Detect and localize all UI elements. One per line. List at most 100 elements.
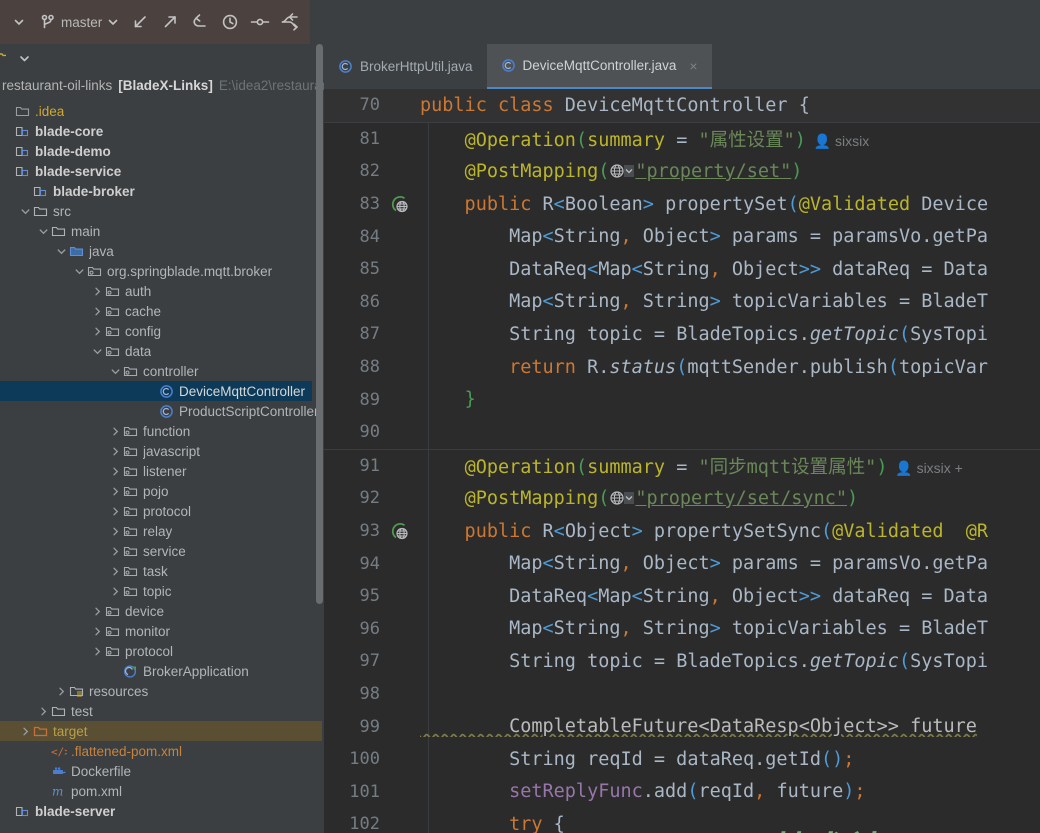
tree-item-main[interactable]: main (0, 221, 324, 241)
tree-item-topic[interactable]: topic (0, 581, 324, 601)
code-line-91[interactable]: 91 @Operation(summary = "同步mqtt设置属性") 👤 … (324, 448, 1040, 483)
tree-item-test[interactable]: test (0, 701, 324, 721)
tree-item-java[interactable]: java (0, 241, 324, 261)
code-line-96[interactable]: 96 Map<String, String> topicVariables = … (324, 613, 1040, 646)
project-view-chevron-down-icon[interactable] (18, 52, 31, 65)
update-project-icon[interactable] (125, 7, 155, 37)
tree-item-controller[interactable]: controller (0, 361, 324, 381)
chevron-down-icon[interactable] (54, 246, 68, 257)
code-line-87[interactable]: 87 String topic = BladeTopics.getTopic(S… (324, 318, 1040, 351)
chevron-right-icon[interactable] (108, 546, 122, 557)
tree-item-resources[interactable]: resources (0, 681, 324, 701)
tree-item-pom-xml[interactable]: m pom.xml (0, 781, 324, 801)
tree-item-service[interactable]: service (0, 541, 324, 561)
editor-tab-bar[interactable]: BrokerHttpUtil.java DeviceMqttController.… (324, 44, 1040, 89)
chevron-right-icon[interactable] (108, 586, 122, 597)
tree-item-blade-broker[interactable]: blade-broker (0, 181, 324, 201)
tree-item-productscriptcontroller[interactable]: ProductScriptController (0, 401, 324, 421)
chevron-right-icon[interactable] (90, 626, 104, 637)
chevron-down-icon[interactable] (108, 366, 122, 377)
tree-item-config[interactable]: config (0, 321, 324, 341)
tree-item-pojo[interactable]: pojo (0, 481, 324, 501)
tree-item-target[interactable]: target (0, 721, 322, 741)
chevron-down-icon[interactable] (18, 206, 32, 217)
code-line-93[interactable]: 93 public R<Object> propertySetSync(@Val… (324, 515, 1040, 548)
url-globe-icon[interactable] (609, 489, 635, 507)
code-line-83[interactable]: 83 public R<Boolean> propertySet(@Valida… (324, 188, 1040, 221)
tree-item-blade-service[interactable]: blade-service (0, 161, 324, 181)
code-lines[interactable]: 70 public class DeviceMqttController {81 … (324, 89, 1040, 833)
code-line-89[interactable]: 89 } (324, 383, 1040, 416)
tree-item-src[interactable]: src (0, 201, 324, 221)
tree-item-flattened-pom-xml[interactable]: </> .flattened-pom.xml (0, 741, 324, 761)
code-line-84[interactable]: 84 Map<String, Object> params = paramsVo… (324, 220, 1040, 253)
git-branch-widget[interactable]: master (34, 8, 125, 36)
tree-item-dockerfile[interactable]: Dockerfile (0, 761, 324, 781)
chevron-right-icon[interactable] (36, 706, 50, 717)
tree-item-protocol[interactable]: protocol (0, 641, 324, 661)
url-globe-icon[interactable] (609, 162, 635, 180)
code-line-90[interactable]: 90 (324, 416, 1040, 449)
web-mapping-gutter-icon[interactable] (386, 195, 414, 214)
chevron-right-icon[interactable] (108, 466, 122, 477)
code-line-98[interactable]: 98 (324, 678, 1040, 711)
tree-item-blade-core[interactable]: blade-core (0, 121, 324, 141)
chevron-right-icon[interactable] (90, 306, 104, 317)
shelve-changes-icon[interactable] (275, 7, 305, 37)
chevron-right-icon[interactable] (90, 646, 104, 657)
code-editor[interactable]: 70 public class DeviceMqttController {81 … (324, 89, 1040, 833)
chevron-right-icon[interactable] (108, 526, 122, 537)
tree-item-org-springblade-mqtt-broker[interactable]: org.springblade.mqtt.broker (0, 261, 324, 281)
tree-item-cache[interactable]: cache (0, 301, 324, 321)
chevron-right-icon[interactable] (54, 686, 68, 697)
code-line-88[interactable]: 88 return R.status(mqttSender.publish(to… (324, 351, 1040, 384)
project-view-header[interactable] (0, 44, 324, 72)
code-line-95[interactable]: 95 DataReq<Map<String, Object>> dataReq … (324, 580, 1040, 613)
code-line-94[interactable]: 94 Map<String, Object> params = paramsVo… (324, 547, 1040, 580)
tree-item-blade-demo[interactable]: blade-demo (0, 141, 324, 161)
chevron-right-icon[interactable] (108, 566, 122, 577)
tree-item-listener[interactable]: listener (0, 461, 324, 481)
chevron-right-icon[interactable] (90, 326, 104, 337)
code-line-81[interactable]: 81 @Operation(summary = "属性设置") 👤 sixsix (324, 121, 1040, 156)
commit-node-icon[interactable] (245, 7, 275, 37)
chevron-right-icon[interactable] (90, 606, 104, 617)
code-line-101[interactable]: 101 setReplyFunc.add(reqId, future); (324, 775, 1040, 808)
code-line-92[interactable]: 92 @PostMapping("property/set/sync") (324, 482, 1040, 515)
chevron-down-icon[interactable] (72, 266, 86, 277)
close-icon[interactable]: × (689, 58, 697, 74)
chevron-right-icon[interactable] (90, 286, 104, 297)
tree-item-brokerapplication[interactable]: BrokerApplication (0, 661, 324, 681)
tree-item-auth[interactable]: auth (0, 281, 324, 301)
code-line-100[interactable]: 100 String reqId = dataReq.getId(); (324, 743, 1040, 776)
project-file-tree[interactable]: .idea blade-core blade-demo blade-service bl… (0, 98, 324, 821)
chevron-down-icon[interactable] (90, 346, 104, 357)
project-tree-scrollbar[interactable] (316, 44, 323, 604)
chevron-right-icon[interactable] (18, 726, 32, 737)
code-line-86[interactable]: 86 Map<String, String> topicVariables = … (324, 286, 1040, 319)
editor-tab-devicemqttcontroller-java[interactable]: DeviceMqttController.java × (486, 44, 712, 89)
rollback-icon[interactable] (185, 7, 215, 37)
chevron-right-icon[interactable] (108, 446, 122, 457)
main-menu-chevron-icon[interactable] (4, 7, 34, 37)
vcs-history-clock-icon[interactable] (215, 7, 245, 37)
code-line-85[interactable]: 85 DataReq<Map<String, Object>> dataReq … (324, 253, 1040, 286)
code-line-97[interactable]: 97 String topic = BladeTopics.getTopic(S… (324, 645, 1040, 678)
tree-item-protocol[interactable]: protocol (0, 501, 324, 521)
web-mapping-gutter-icon[interactable] (386, 522, 414, 541)
code-line-70[interactable]: 70 public class DeviceMqttController { (324, 89, 1040, 122)
tree-item-idea[interactable]: .idea (0, 101, 324, 121)
tree-item-devicemqttcontroller[interactable]: DeviceMqttController (0, 381, 312, 401)
tree-item-device[interactable]: device (0, 601, 324, 621)
chevron-right-icon[interactable] (108, 486, 122, 497)
tree-item-monitor[interactable]: monitor (0, 621, 324, 641)
tree-item-blade-server[interactable]: blade-server (0, 801, 324, 821)
code-line-82[interactable]: 82 @PostMapping("property/set") (324, 155, 1040, 188)
editor-tab-brokerhttputil-java[interactable]: BrokerHttpUtil.java (324, 44, 487, 89)
chevron-down-icon[interactable] (36, 226, 50, 237)
tree-item-relay[interactable]: relay (0, 521, 324, 541)
tree-item-data[interactable]: data (0, 341, 324, 361)
chevron-right-icon[interactable] (108, 506, 122, 517)
push-commits-icon[interactable] (155, 7, 185, 37)
code-line-102[interactable]: 102 try { (324, 808, 1040, 833)
